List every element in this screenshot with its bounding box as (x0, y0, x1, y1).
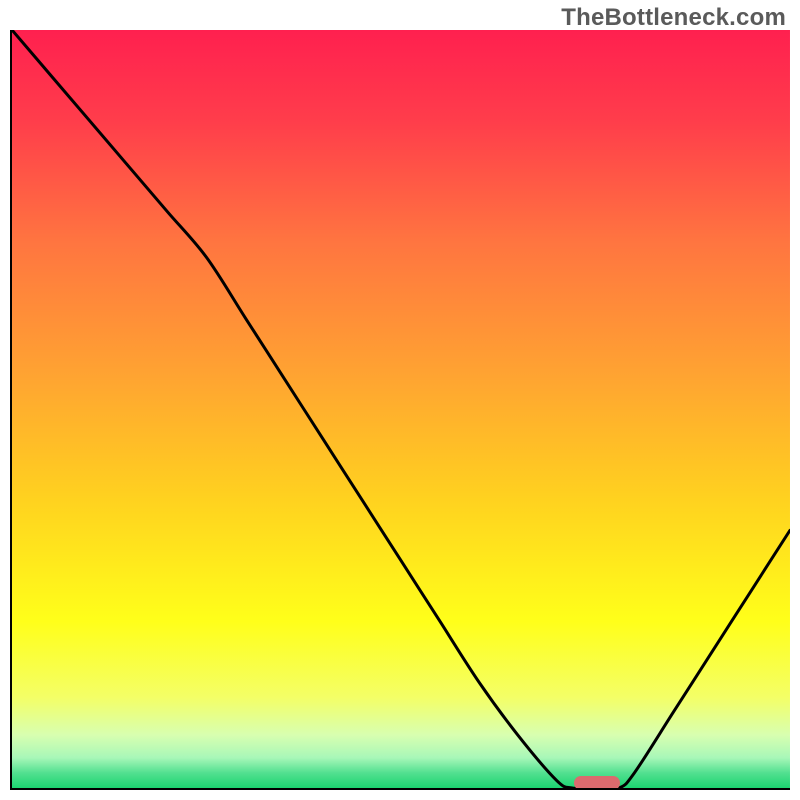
bottleneck-chart: TheBottleneck.com (0, 0, 800, 800)
watermark-label: TheBottleneck.com (561, 4, 786, 32)
plot-area (10, 30, 790, 790)
optimal-marker (574, 776, 621, 790)
curve-line (12, 30, 790, 788)
